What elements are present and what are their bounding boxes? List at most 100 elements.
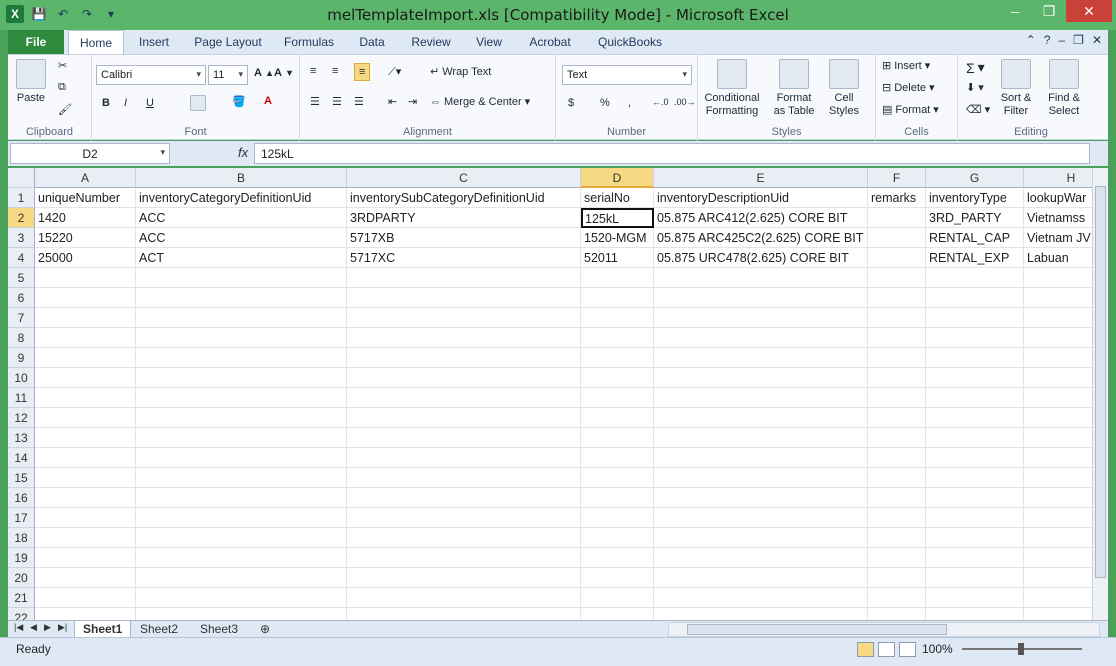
sheet-tab-sheet3[interactable]: Sheet3 [192,621,246,638]
comma-button[interactable]: , [628,97,631,109]
cell-f12[interactable] [868,408,926,428]
font-size-select[interactable]: 11 [208,65,248,85]
column-header-g[interactable]: G [926,168,1024,188]
merge-center-button[interactable]: ⇔ Merge & Center ▾ [430,95,530,109]
next-sheet-icon[interactable]: ▶ [44,622,51,633]
cell-e21[interactable] [654,588,868,608]
cell-h4[interactable]: Labuan [1024,248,1092,268]
cell-h1[interactable]: lookupWar [1024,188,1092,208]
row-header-14[interactable]: 14 [8,448,35,468]
row-header-7[interactable]: 7 [8,308,35,328]
cell-a1[interactable]: uniqueNumber [35,188,136,208]
column-header-e[interactable]: E [654,168,868,188]
tab-home[interactable]: Home [68,30,124,54]
decrease-indent-button[interactable]: ⇤ [388,95,397,108]
cell-c18[interactable] [347,528,581,548]
row-header-15[interactable]: 15 [8,468,35,488]
cell-c13[interactable] [347,428,581,448]
row-header-13[interactable]: 13 [8,428,35,448]
sheet-tab-sheet1[interactable]: Sheet1 [74,621,132,638]
cell-c22[interactable] [347,608,581,620]
cell-c7[interactable] [347,308,581,328]
cell-c14[interactable] [347,448,581,468]
row-header-6[interactable]: 6 [8,288,35,308]
cell-h12[interactable] [1024,408,1092,428]
cell-g9[interactable] [926,348,1024,368]
cell-h14[interactable] [1024,448,1092,468]
cell-e15[interactable] [654,468,868,488]
zoom-slider[interactable] [962,643,1082,655]
increase-indent-button[interactable]: ⇥ [408,95,417,108]
cell-g11[interactable] [926,388,1024,408]
cell-e19[interactable] [654,548,868,568]
cell-g12[interactable] [926,408,1024,428]
cell-e12[interactable] [654,408,868,428]
row-header-5[interactable]: 5 [8,268,35,288]
column-header-h[interactable]: H [1024,168,1092,188]
cell-h9[interactable] [1024,348,1092,368]
cell-e13[interactable] [654,428,868,448]
cell-d1[interactable]: serialNo [581,188,654,208]
cell-g4[interactable]: RENTAL_EXP [926,248,1024,268]
italic-button[interactable]: I [124,97,127,109]
cell-e11[interactable] [654,388,868,408]
bold-button[interactable]: B [102,97,110,109]
autosum-button[interactable]: Σ ▾ [966,59,985,76]
cell-b7[interactable] [136,308,347,328]
borders-button[interactable] [190,95,206,111]
fill-button[interactable]: ⬇ ▾ [966,81,984,94]
cell-b16[interactable] [136,488,347,508]
cell-a22[interactable] [35,608,136,620]
cell-d21[interactable] [581,588,654,608]
cell-e4[interactable]: 05.875 URC478(2.625) CORE BIT [654,248,868,268]
cell-c19[interactable] [347,548,581,568]
cell-h3[interactable]: Vietnam JV [1024,228,1092,248]
cell-b22[interactable] [136,608,347,620]
cell-c11[interactable] [347,388,581,408]
cell-d8[interactable] [581,328,654,348]
cell-f21[interactable] [868,588,926,608]
cell-f20[interactable] [868,568,926,588]
tab-quickbooks[interactable]: QuickBooks [590,30,670,54]
cell-a20[interactable] [35,568,136,588]
cell-b20[interactable] [136,568,347,588]
cell-e6[interactable] [654,288,868,308]
row-header-2[interactable]: 2 [8,208,35,228]
horizontal-scrollbar[interactable] [668,622,1100,637]
tab-data[interactable]: Data [350,30,394,54]
cell-a21[interactable] [35,588,136,608]
cell-b8[interactable] [136,328,347,348]
cell-f4[interactable] [868,248,926,268]
cell-h15[interactable] [1024,468,1092,488]
minimize-ribbon-icon[interactable]: ⌃ [1026,33,1036,47]
cell-e2[interactable]: 05.875 ARC412(2.625) CORE BIT [654,208,868,228]
cell-g21[interactable] [926,588,1024,608]
cell-c5[interactable] [347,268,581,288]
cell-h22[interactable] [1024,608,1092,620]
help-icon[interactable]: ? [1044,33,1051,47]
cell-f15[interactable] [868,468,926,488]
cell-d6[interactable] [581,288,654,308]
cell-f3[interactable] [868,228,926,248]
vertical-scroll-thumb[interactable] [1095,186,1106,578]
cell-c2[interactable]: 3RDPARTY [347,208,581,228]
vertical-scrollbar[interactable] [1092,168,1108,620]
decrease-decimal-button[interactable]: .00→ [674,97,696,107]
cell-h21[interactable] [1024,588,1092,608]
cell-e7[interactable] [654,308,868,328]
cell-d22[interactable] [581,608,654,620]
row-header-10[interactable]: 10 [8,368,35,388]
cell-e14[interactable] [654,448,868,468]
cell-h11[interactable] [1024,388,1092,408]
tab-acrobat[interactable]: Acrobat [520,30,580,54]
cell-a3[interactable]: 15220 [35,228,136,248]
row-header-1[interactable]: 1 [8,188,35,208]
align-middle-button[interactable]: ≡ [332,65,338,77]
cell-a5[interactable] [35,268,136,288]
align-bottom-button[interactable]: ≡ [354,63,371,81]
horizontal-scroll-thumb[interactable] [687,624,947,635]
cell-g3[interactable]: RENTAL_CAP [926,228,1024,248]
prev-sheet-icon[interactable]: ◀ [30,622,37,633]
cell-e3[interactable]: 05.875 ARC425C2(2.625) CORE BIT [654,228,868,248]
cell-b10[interactable] [136,368,347,388]
